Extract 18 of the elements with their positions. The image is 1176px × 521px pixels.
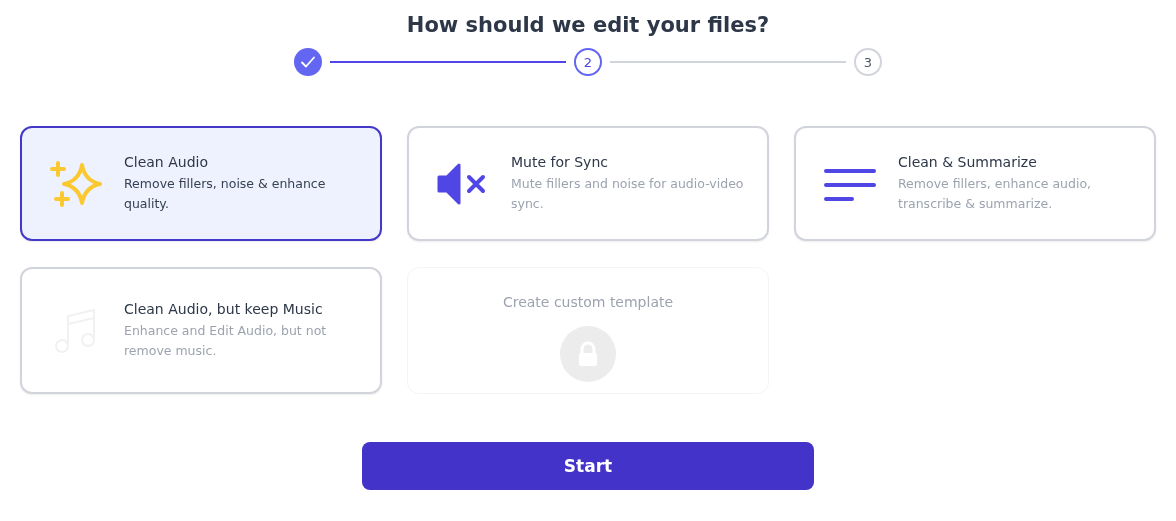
- card-description: Mute fillers and noise for audio-video sync.: [511, 174, 745, 213]
- card-description: Remove fillers, noise & enhance quality.: [124, 174, 327, 213]
- template-card[interactable]: Mute for Sync Mute fillers and noise for audio-video sync.: [407, 126, 769, 241]
- card-title: Create custom template: [502, 294, 674, 310]
- page-title: How should we edit your files?: [406, 12, 770, 39]
- card-description: Remove fillers, enhance audio, transcribe & summarize.: [898, 174, 1093, 213]
- card-title: Mute for Sync: [511, 153, 609, 170]
- start-button[interactable]: Start: [362, 442, 814, 490]
- check-icon: [300, 54, 316, 70]
- card-title: Clean Audio: [124, 153, 209, 170]
- step-indicator: 3: [854, 48, 882, 76]
- card-description: Enhance and Edit Audio, but not remove music.: [124, 321, 328, 360]
- card-title: Clean & Summarize: [898, 153, 1038, 170]
- step-indicator: 2: [574, 48, 602, 76]
- template-card[interactable]: Clean Audio Remove fillers, noise & enhance quality.: [20, 126, 382, 241]
- template-card[interactable]: Clean & Summarize Remove fillers, enhance audio, transcribe & summarize.: [794, 126, 1156, 241]
- card-title: Clean Audio, but keep Music: [124, 300, 324, 317]
- template-card[interactable]: Clean Audio, but keep Music Enhance and Edit Audio, but not remove music.: [20, 267, 382, 394]
